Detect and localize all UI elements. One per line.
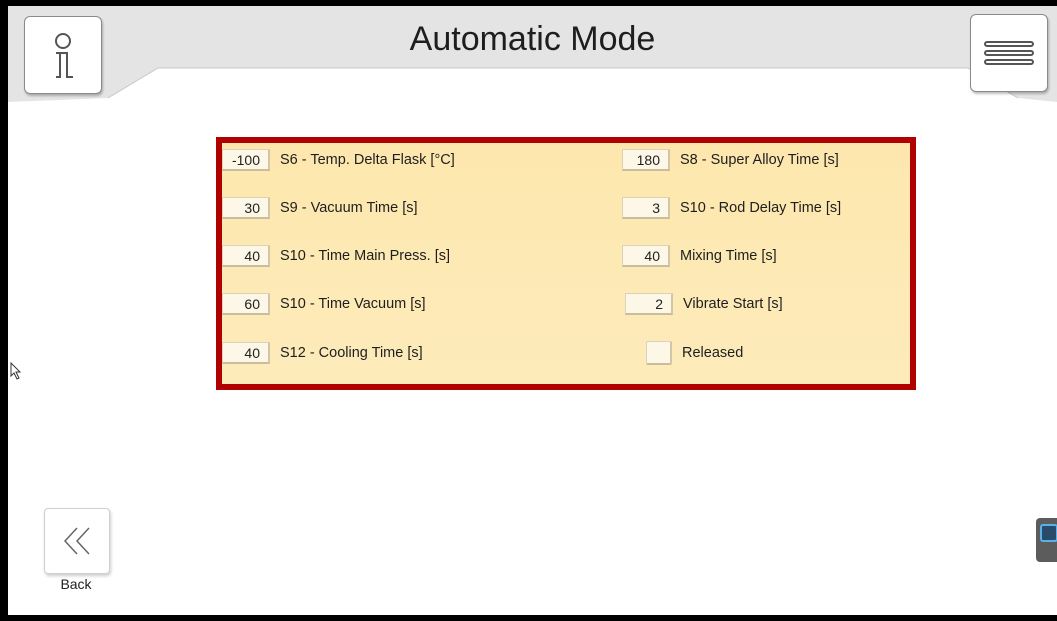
param-label: S10 - Time Main Press. [s] — [280, 248, 451, 264]
parameters-panel: -100 S6 - Temp. Delta Flask [°C] 30 S9 -… — [216, 137, 916, 390]
param-label: Mixing Time [s] — [680, 248, 777, 264]
param-label: Vibrate Start [s] — [683, 296, 783, 312]
value-field[interactable]: 180 — [622, 149, 670, 171]
param-row: 30 S9 - Vacuum Time [s] — [222, 195, 418, 221]
double-chevron-left-icon — [63, 527, 90, 555]
param-row: 180 S8 - Super Alloy Time [s] — [622, 147, 839, 173]
param-label: S10 - Time Vacuum [s] — [280, 296, 426, 312]
back-label: Back — [60, 576, 92, 592]
info-icon — [55, 33, 73, 78]
param-label: S12 - Cooling Time [s] — [280, 345, 423, 361]
param-label: S8 - Super Alloy Time [s] — [680, 152, 839, 168]
side-panel-tab[interactable] — [1036, 518, 1057, 562]
side-tab-icon — [1040, 524, 1057, 542]
screen: Automatic Mode -100 S6 - Temp. Delta Fla… — [8, 6, 1057, 615]
param-row: 40 S12 - Cooling Time [s] — [222, 340, 423, 366]
param-row: 2 Vibrate Start [s] — [625, 291, 783, 317]
value-field[interactable]: 40 — [622, 245, 670, 267]
param-row: -100 S6 - Temp. Delta Flask [°C] — [222, 147, 455, 173]
param-label: S6 - Temp. Delta Flask [°C] — [280, 152, 455, 168]
value-field[interactable]: -100 — [222, 149, 270, 171]
value-field[interactable]: 40 — [222, 342, 270, 364]
param-label: S9 - Vacuum Time [s] — [280, 200, 418, 216]
info-button[interactable] — [24, 16, 102, 94]
param-label: S10 - Rod Delay Time [s] — [680, 200, 842, 216]
menu-button[interactable] — [970, 14, 1048, 92]
param-row: 40 S10 - Time Main Press. [s] — [222, 243, 450, 269]
back-button[interactable] — [44, 508, 110, 574]
value-field[interactable]: 2 — [625, 293, 673, 315]
value-field[interactable]: 3 — [622, 197, 670, 219]
value-field[interactable]: 30 — [222, 197, 270, 219]
page-title: Automatic Mode — [409, 20, 656, 58]
hamburger-menu-icon — [984, 41, 1034, 65]
mouse-cursor-icon — [10, 362, 22, 380]
param-row: 40 Mixing Time [s] — [622, 243, 777, 269]
released-label: Released — [682, 345, 744, 361]
param-row: 60 S10 - Time Vacuum [s] — [222, 291, 426, 317]
value-field[interactable]: 40 — [222, 245, 270, 267]
param-row: 3 S10 - Rod Delay Time [s] — [622, 195, 841, 221]
released-row: Released — [646, 340, 743, 366]
released-checkbox[interactable] — [646, 341, 672, 365]
value-field[interactable]: 60 — [222, 293, 270, 315]
